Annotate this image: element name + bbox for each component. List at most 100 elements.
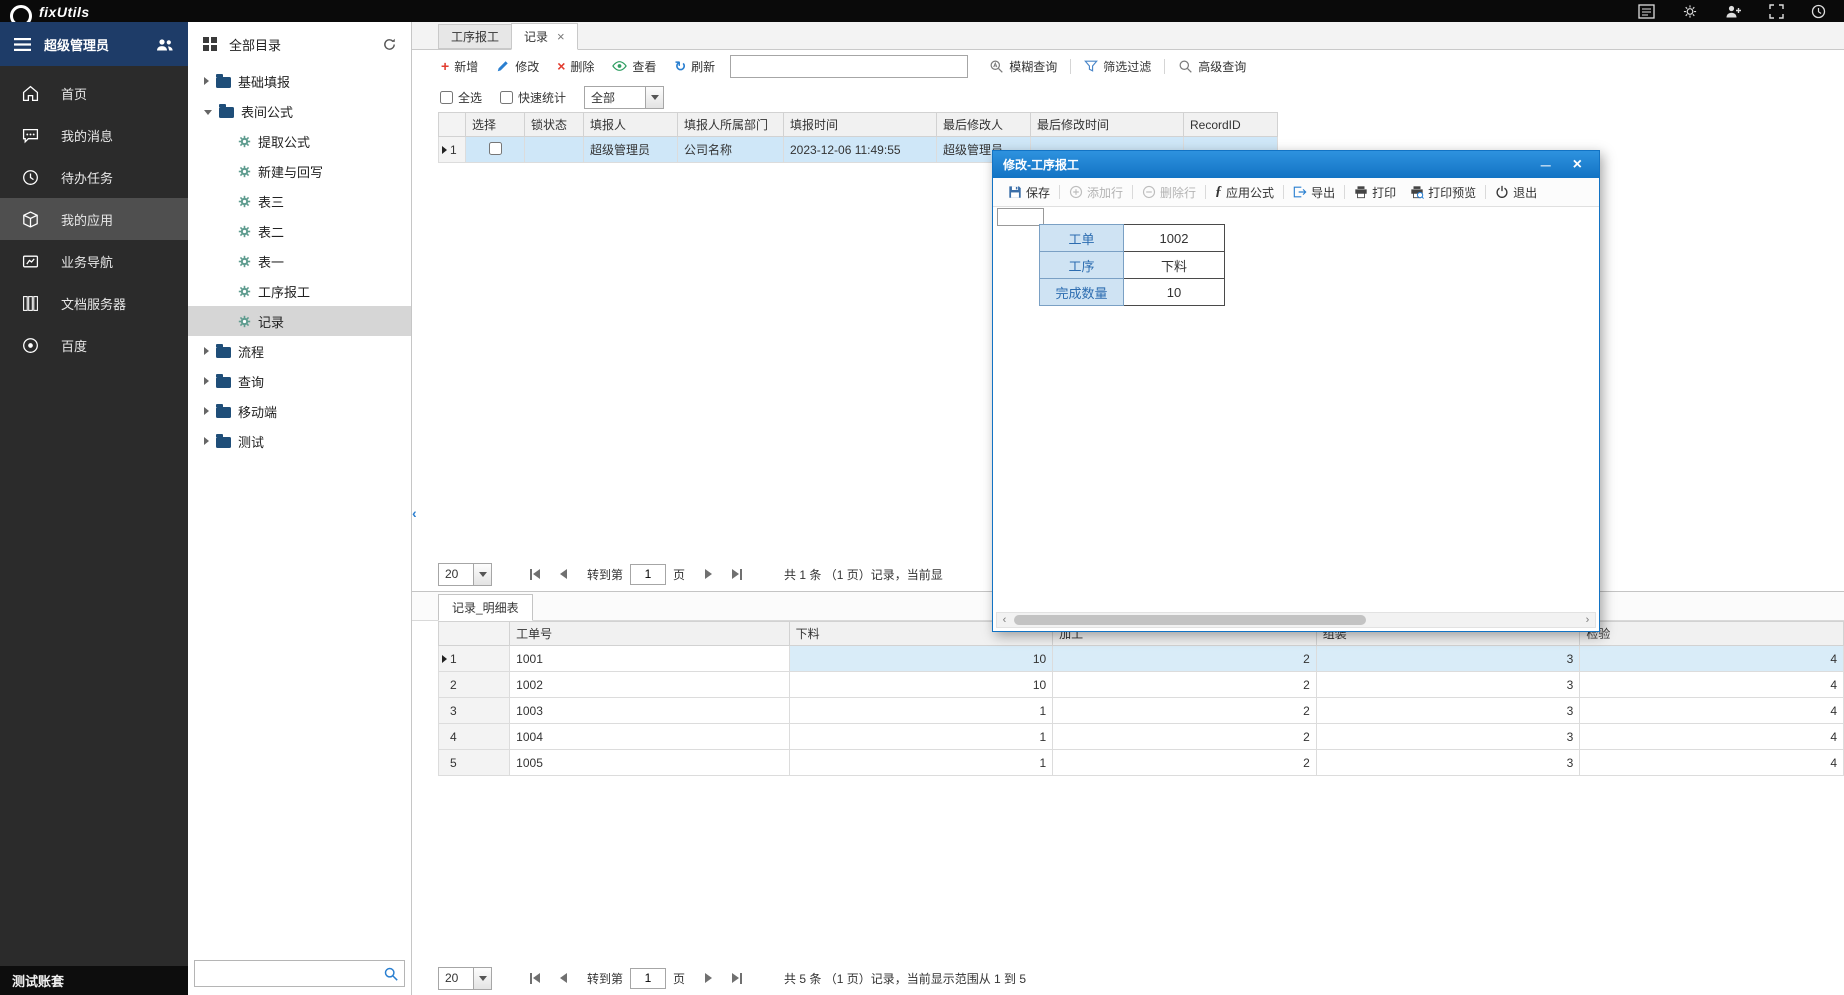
fuzzy-query-button[interactable]: 模糊查询 <box>980 58 1066 75</box>
next-page-button[interactable] <box>705 973 712 983</box>
refresh-icon[interactable] <box>382 37 397 52</box>
apply-formula-button[interactable]: ƒ 应用公式 <box>1208 184 1281 201</box>
dialog-titlebar[interactable]: 修改-工序报工 ─ × <box>993 151 1599 178</box>
column-header[interactable]: 锁状态 <box>525 113 584 137</box>
sidebar-item-tasks[interactable]: 待办任务 <box>0 156 188 198</box>
tab-process-report[interactable]: 工序报工 <box>438 24 512 49</box>
scrollbar-thumb[interactable] <box>1014 615 1366 625</box>
checkbox[interactable] <box>500 91 513 104</box>
tools-gear-icon[interactable] <box>1682 4 1698 19</box>
view-button[interactable]: 查看 <box>603 58 665 75</box>
tree-folder-query[interactable]: 查询 <box>188 366 411 396</box>
sidebar-item-baidu[interactable]: 百度 <box>0 324 188 366</box>
advanced-query-button[interactable]: 高级查询 <box>1169 58 1255 75</box>
prev-page-button[interactable] <box>560 973 567 983</box>
tree-leaf-new-writeback[interactable]: 新建与回写 <box>188 156 411 186</box>
column-header[interactable]: 最后修改时间 <box>1031 113 1184 137</box>
tree-search-input[interactable] <box>195 961 383 986</box>
page-number-input[interactable] <box>630 564 666 585</box>
tree-leaf-record[interactable]: 记录 <box>188 306 411 336</box>
tree-leaf-table-two[interactable]: 表二 <box>188 216 411 246</box>
sidebar-item-home[interactable]: 首页 <box>0 72 188 114</box>
close-icon[interactable]: × <box>557 30 565 43</box>
field-value[interactable]: 下料 <box>1124 252 1225 279</box>
refresh-button[interactable]: ↻ 刷新 <box>665 58 724 75</box>
tree-folder-cross-table-formula[interactable]: 表间公式 <box>188 96 411 126</box>
minimize-icon[interactable]: ─ <box>1534 158 1558 172</box>
next-page-button[interactable] <box>705 569 712 579</box>
select-all-checkbox[interactable]: 全选 <box>440 89 482 106</box>
column-header[interactable]: 填报人 <box>584 113 678 137</box>
exit-button[interactable]: 退出 <box>1488 184 1544 201</box>
scope-dropdown[interactable]: 全部 <box>584 86 664 109</box>
tab-record[interactable]: 记录 × <box>511 23 578 50</box>
tree-leaf-process-report[interactable]: 工序报工 <box>188 276 411 306</box>
chevron-down-icon[interactable] <box>473 564 491 585</box>
quick-stats-checkbox[interactable]: 快速统计 <box>500 89 566 106</box>
tree-folder-mobile[interactable]: 移动端 <box>188 396 411 426</box>
scrollbar-track[interactable] <box>1012 613 1580 627</box>
tree-folder-basic-report[interactable]: 基础填报 <box>188 66 411 96</box>
page-size-dropdown[interactable]: 20 <box>438 967 492 990</box>
close-icon[interactable]: × <box>1566 157 1589 173</box>
table-row[interactable]: 1 1001 10 2 3 4 <box>439 646 1844 672</box>
sidebar-item-doc-server[interactable]: 文档服务器 <box>0 282 188 324</box>
fullscreen-icon[interactable] <box>1769 4 1784 19</box>
clock-icon[interactable] <box>1811 4 1826 19</box>
panel-collapse-icon[interactable]: ‹ <box>412 508 417 518</box>
sidebar-item-business-nav[interactable]: 业务导航 <box>0 240 188 282</box>
chevron-down-icon[interactable] <box>473 968 491 989</box>
save-button[interactable]: 保存 <box>1001 184 1057 201</box>
tab-record-detail[interactable]: 记录_明细表 <box>438 594 533 621</box>
quick-search-input[interactable] <box>730 55 968 78</box>
scroll-right-icon[interactable]: › <box>1580 613 1595 627</box>
search-icon[interactable] <box>383 966 399 982</box>
tree-leaf-extract-formula[interactable]: 提取公式 <box>188 126 411 156</box>
column-header[interactable]: 最后修改人 <box>937 113 1031 137</box>
column-header[interactable]: RecordID <box>1184 113 1278 137</box>
last-page-button[interactable] <box>732 569 742 580</box>
first-page-button[interactable] <box>530 973 540 984</box>
column-header[interactable]: 填报时间 <box>784 113 937 137</box>
tree-leaf-table-one[interactable]: 表一 <box>188 246 411 276</box>
column-header[interactable]: 填报人所属部门 <box>678 113 784 137</box>
table-row[interactable]: 5 1005 1 2 3 4 <box>439 750 1844 776</box>
tree-folder-workflow[interactable]: 流程 <box>188 336 411 366</box>
field-value[interactable]: 1002 <box>1124 225 1225 252</box>
table-row[interactable]: 3 1003 1 2 3 4 <box>439 698 1844 724</box>
filter-button[interactable]: 筛选过滤 <box>1075 58 1160 75</box>
last-page-button[interactable] <box>732 973 742 984</box>
hamburger-icon[interactable] <box>14 38 31 51</box>
print-preview-button[interactable]: 打印预览 <box>1403 184 1483 201</box>
users-group-icon[interactable] <box>156 37 174 52</box>
table-row[interactable]: 2 1002 10 2 3 4 <box>439 672 1844 698</box>
field-value[interactable]: 10 <box>1124 279 1225 306</box>
print-button[interactable]: 打印 <box>1347 184 1403 201</box>
panel-icon[interactable] <box>1638 4 1655 19</box>
sidebar-item-my-apps[interactable]: 我的应用 <box>0 198 188 240</box>
chevron-down-icon[interactable] <box>645 87 663 108</box>
column-header[interactable]: 选择 <box>466 113 525 137</box>
edit-button[interactable]: 修改 <box>487 58 548 75</box>
user-add-icon[interactable] <box>1725 4 1742 19</box>
page-size-dropdown[interactable]: 20 <box>438 563 492 586</box>
column-header[interactable]: 工单号 <box>510 622 789 646</box>
first-page-button[interactable] <box>530 569 540 580</box>
tree-item-label: 表一 <box>258 252 284 271</box>
add-button[interactable]: + 新增 <box>432 58 487 75</box>
sheet-corner-cell[interactable] <box>997 208 1044 226</box>
tree-item-label: 移动端 <box>238 402 277 421</box>
tree-leaf-table-three[interactable]: 表三 <box>188 186 411 216</box>
delete-button[interactable]: × 删除 <box>548 58 603 75</box>
table-row[interactable]: 4 1004 1 2 3 4 <box>439 724 1844 750</box>
page-number-input[interactable] <box>630 968 666 989</box>
tree-folder-test[interactable]: 测试 <box>188 426 411 456</box>
sidebar-item-messages[interactable]: 我的消息 <box>0 114 188 156</box>
prev-page-button[interactable] <box>560 569 567 579</box>
row-checkbox[interactable] <box>489 142 502 155</box>
export-button[interactable]: 导出 <box>1286 184 1342 201</box>
horizontal-scrollbar[interactable]: ‹ › <box>996 612 1596 628</box>
column-header[interactable]: 检验 <box>1580 622 1844 646</box>
scroll-left-icon[interactable]: ‹ <box>997 613 1012 627</box>
checkbox[interactable] <box>440 91 453 104</box>
